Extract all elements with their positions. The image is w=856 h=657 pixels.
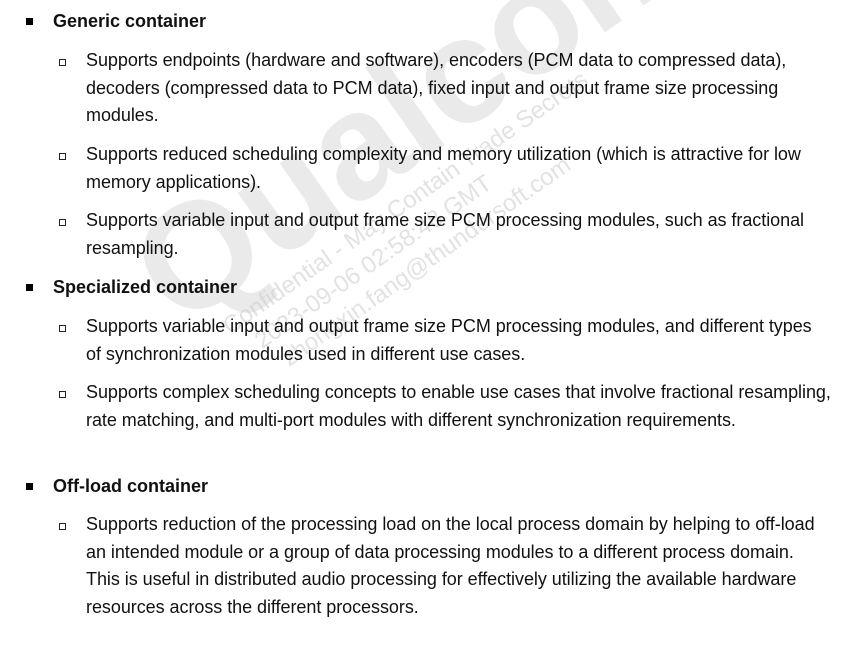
item-bullet	[59, 391, 66, 398]
section-heading-generic-container: Generic container	[53, 11, 207, 31]
item-bullet	[59, 59, 66, 66]
item-bullet	[59, 523, 66, 530]
list-item: Supports reduced scheduling complexity a…	[86, 144, 801, 192]
item-bullet	[59, 325, 66, 332]
section-bullet	[26, 18, 33, 25]
document-body: Generic container Supports endpoints (ha…	[0, 0, 856, 657]
list-item: Supports reduction of the processing loa…	[86, 514, 815, 617]
section-bullet	[26, 483, 33, 490]
list-item: Supports variable input and output frame…	[86, 316, 812, 364]
section-heading-specialized-container: Specialized container	[53, 277, 238, 297]
list-item: Supports complex scheduling concepts to …	[86, 382, 831, 430]
item-bullet	[59, 153, 66, 160]
item-bullet	[59, 219, 66, 226]
section-heading-off-load-container: Off-load container	[53, 476, 209, 496]
list-item: Supports endpoints (hardware and softwar…	[86, 50, 787, 125]
list-item: Supports variable input and output frame…	[86, 210, 804, 258]
section-bullet	[26, 284, 33, 291]
